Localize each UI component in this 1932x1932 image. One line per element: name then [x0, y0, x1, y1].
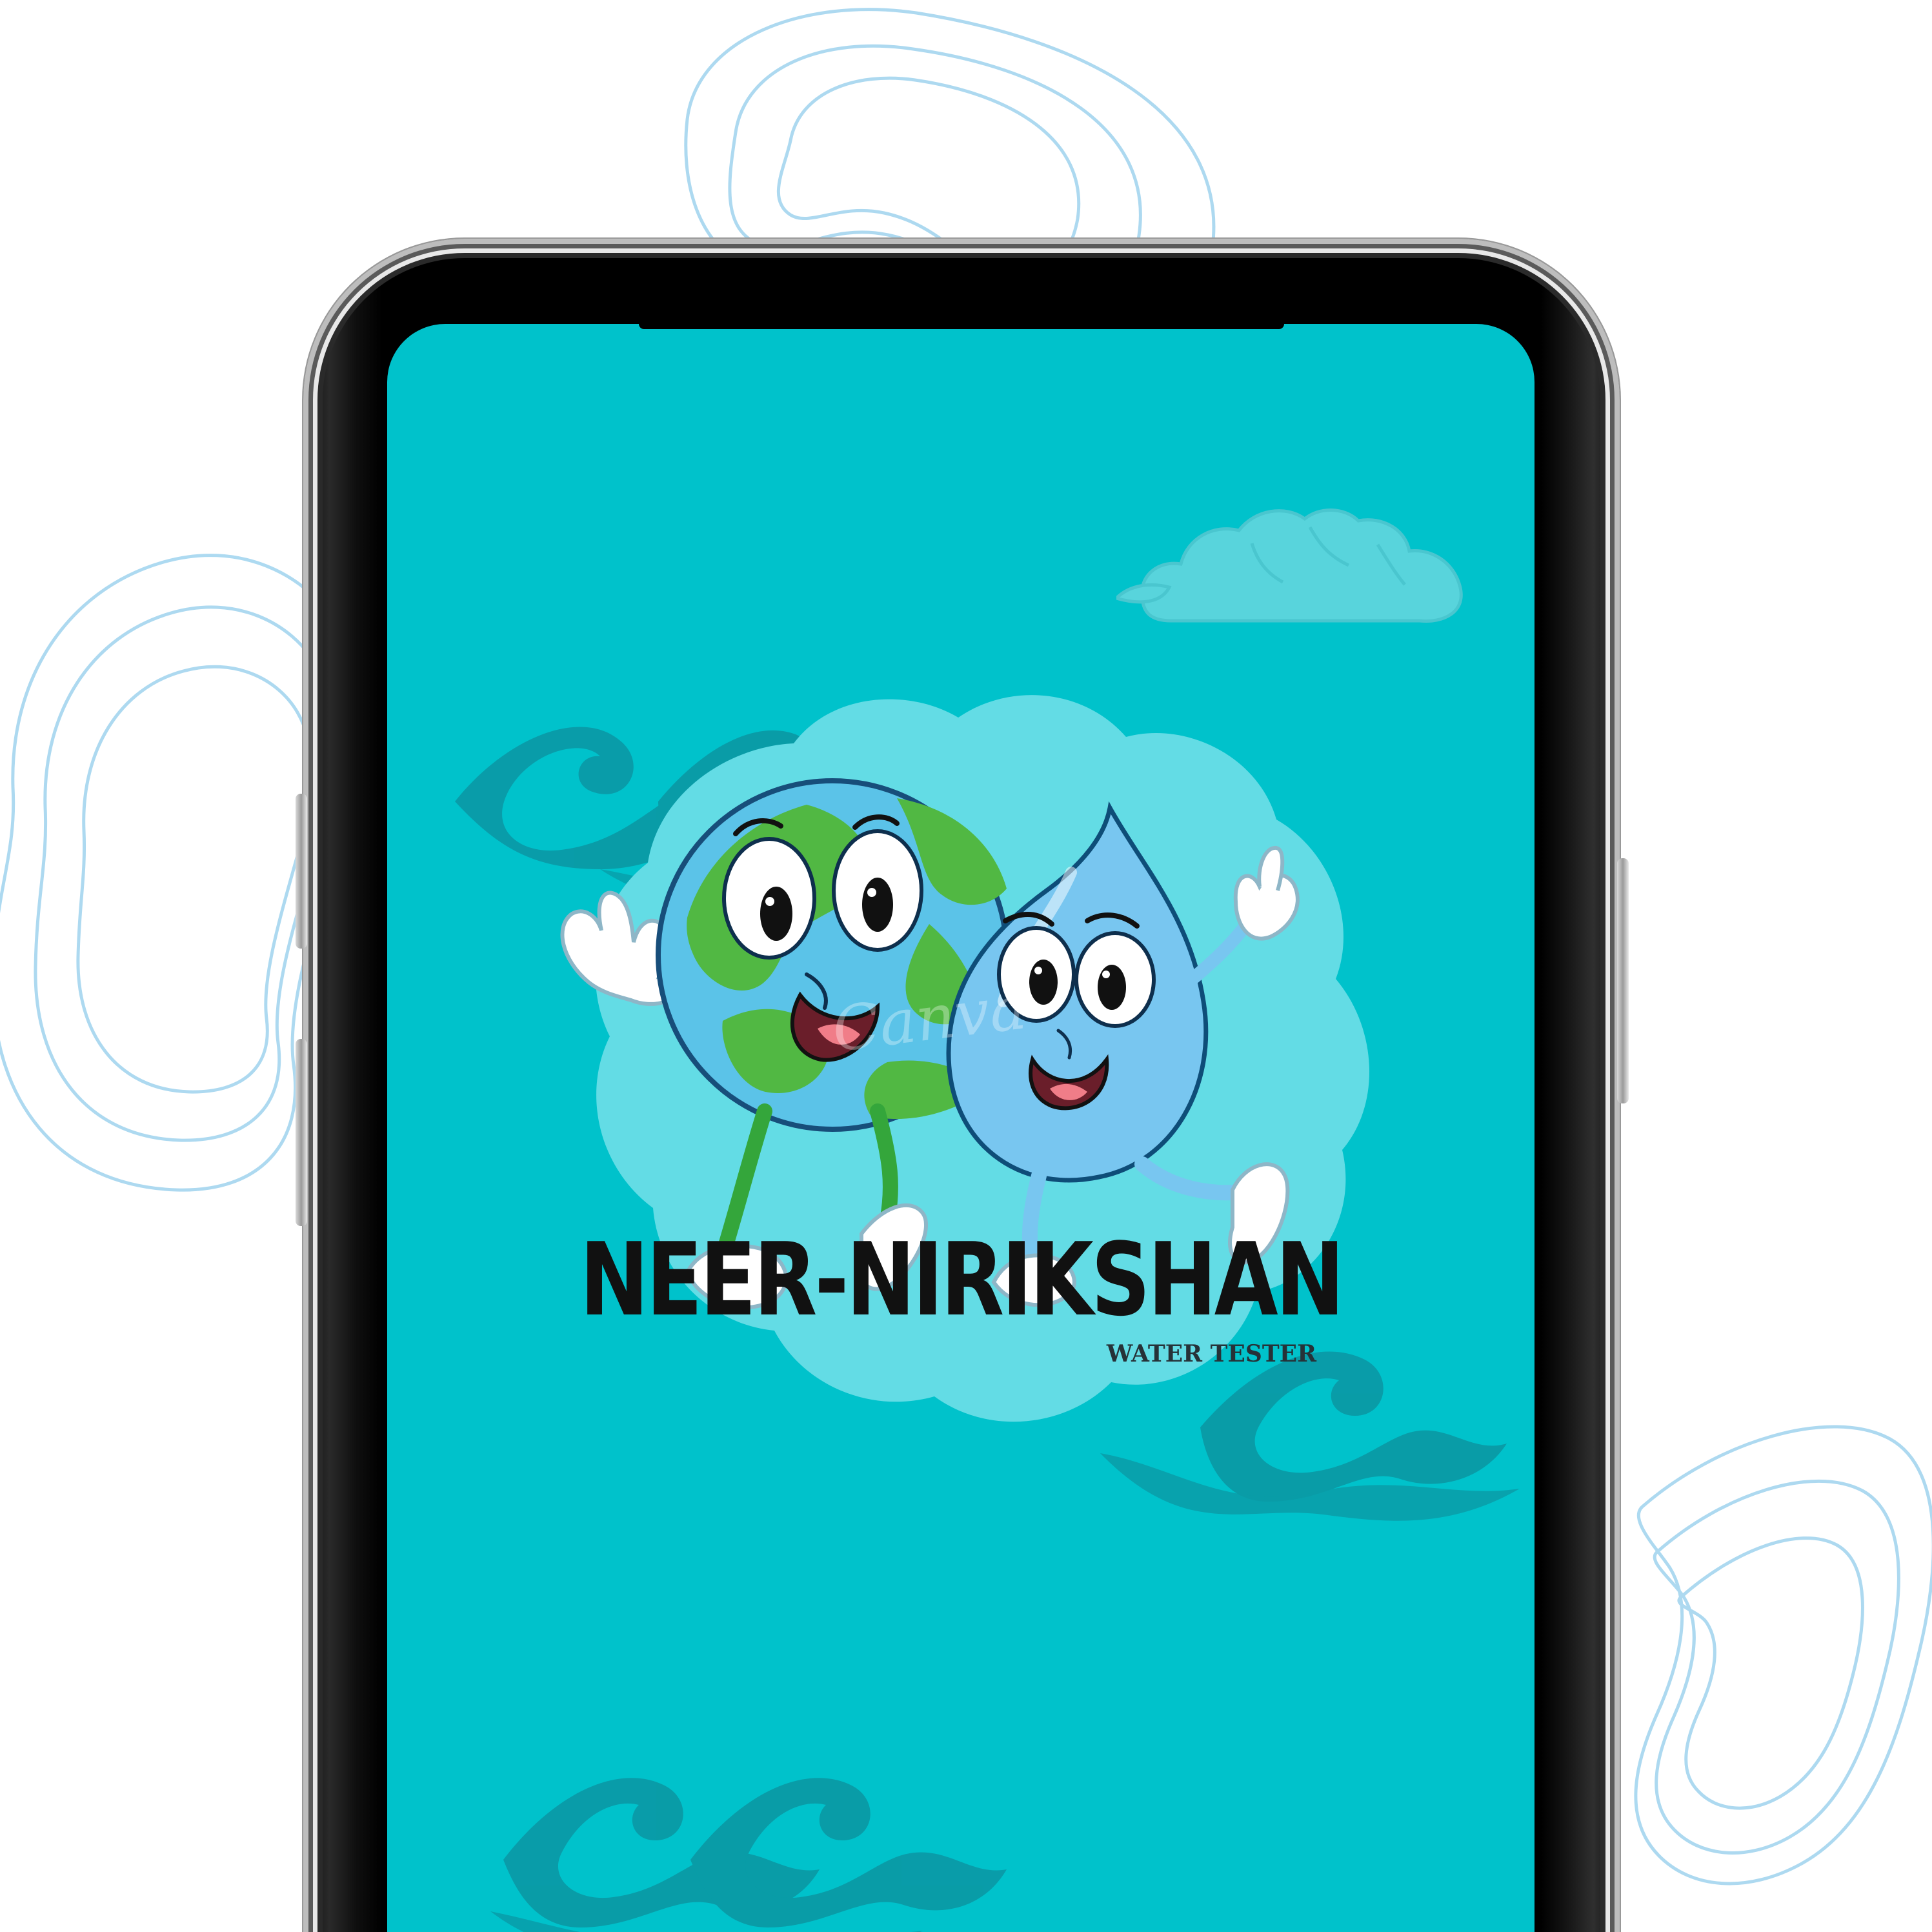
wave-icon: [490, 1778, 1007, 1932]
phone-power-button[interactable]: [1617, 858, 1629, 1103]
app-screen: Canva NEER-NIRIKSHAN WATER TESTER: [0, 0, 1932, 1932]
phone-volume-down-button[interactable]: [296, 1039, 307, 1226]
phone-frame: Canva NEER-NIRIKSHAN WATER TESTER: [303, 239, 1620, 1932]
app-title: NEER-NIRIKSHAN: [579, 1221, 1344, 1338]
app-subtitle: WATER TESTER: [1106, 1340, 1316, 1367]
phone-notch: [639, 324, 1284, 329]
phone-volume-up-button[interactable]: [296, 794, 307, 949]
app-splash-screen: Canva NEER-NIRIKSHAN WATER TESTER: [387, 324, 1535, 1932]
cloud-icon: [1116, 508, 1463, 623]
